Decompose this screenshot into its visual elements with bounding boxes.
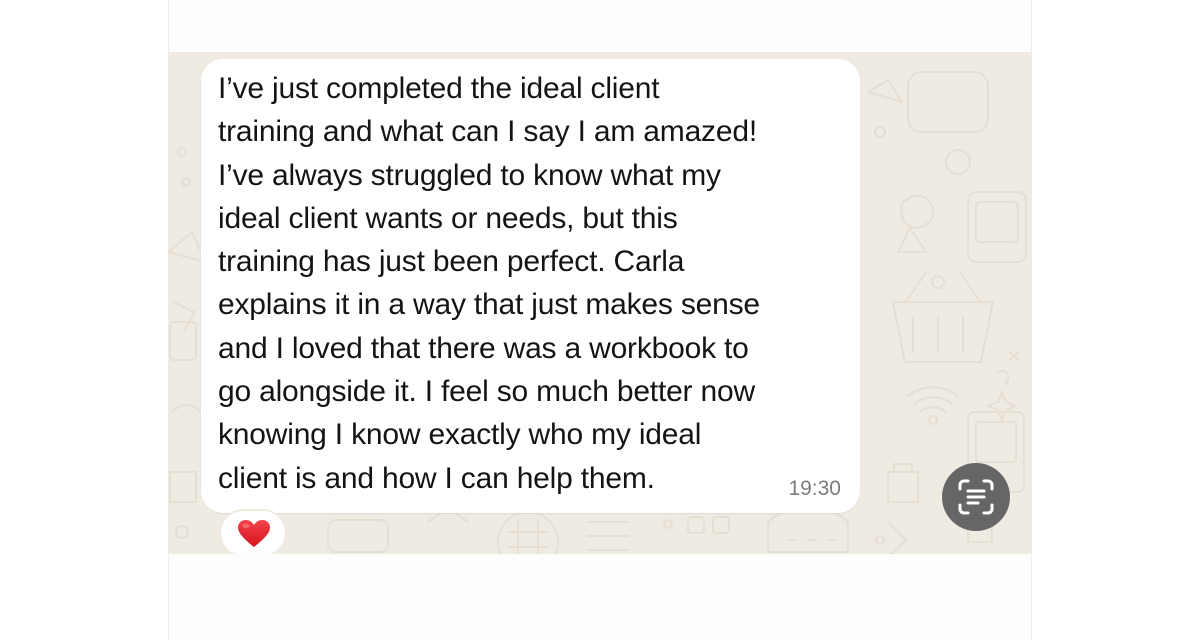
live-text-button[interactable] xyxy=(942,463,1010,531)
wallpaper-doodle-tv xyxy=(907,71,989,133)
message-line: training and what can I say I am amazed! xyxy=(218,115,757,149)
message-line: training has just been perfect. Carla xyxy=(218,245,685,279)
wallpaper-doodle-gift xyxy=(900,194,934,229)
wallpaper-doodle-basket xyxy=(892,301,994,363)
message-line: client is and how I can help them. xyxy=(218,461,655,495)
text-scan-icon xyxy=(958,479,994,515)
message-line: I’ve always struggled to know what my xyxy=(218,158,721,192)
message-line: knowing I know exactly who my ideal xyxy=(218,418,702,452)
message-line: go alongside it. I feel so much better n… xyxy=(218,375,755,409)
message-text: I’ve just completed the ideal client tra… xyxy=(218,67,843,500)
screenshot-page: I’ve just completed the ideal client tra… xyxy=(0,0,1200,640)
message-line: I’ve just completed the ideal client xyxy=(218,72,660,105)
message-line: explains it in a way that just makes sen… xyxy=(218,288,760,322)
message-line: ideal client wants or needs, but this xyxy=(218,201,678,235)
message-timestamp: 19:30 xyxy=(788,477,841,500)
message-line: and I loved that there was a workbook to xyxy=(218,331,749,365)
reaction-pill[interactable] xyxy=(221,511,285,554)
message-bubble[interactable]: I’ve just completed the ideal client tra… xyxy=(201,59,860,513)
chat-area: I’ve just completed the ideal client tra… xyxy=(168,52,1032,554)
red-heart-icon xyxy=(238,520,270,547)
